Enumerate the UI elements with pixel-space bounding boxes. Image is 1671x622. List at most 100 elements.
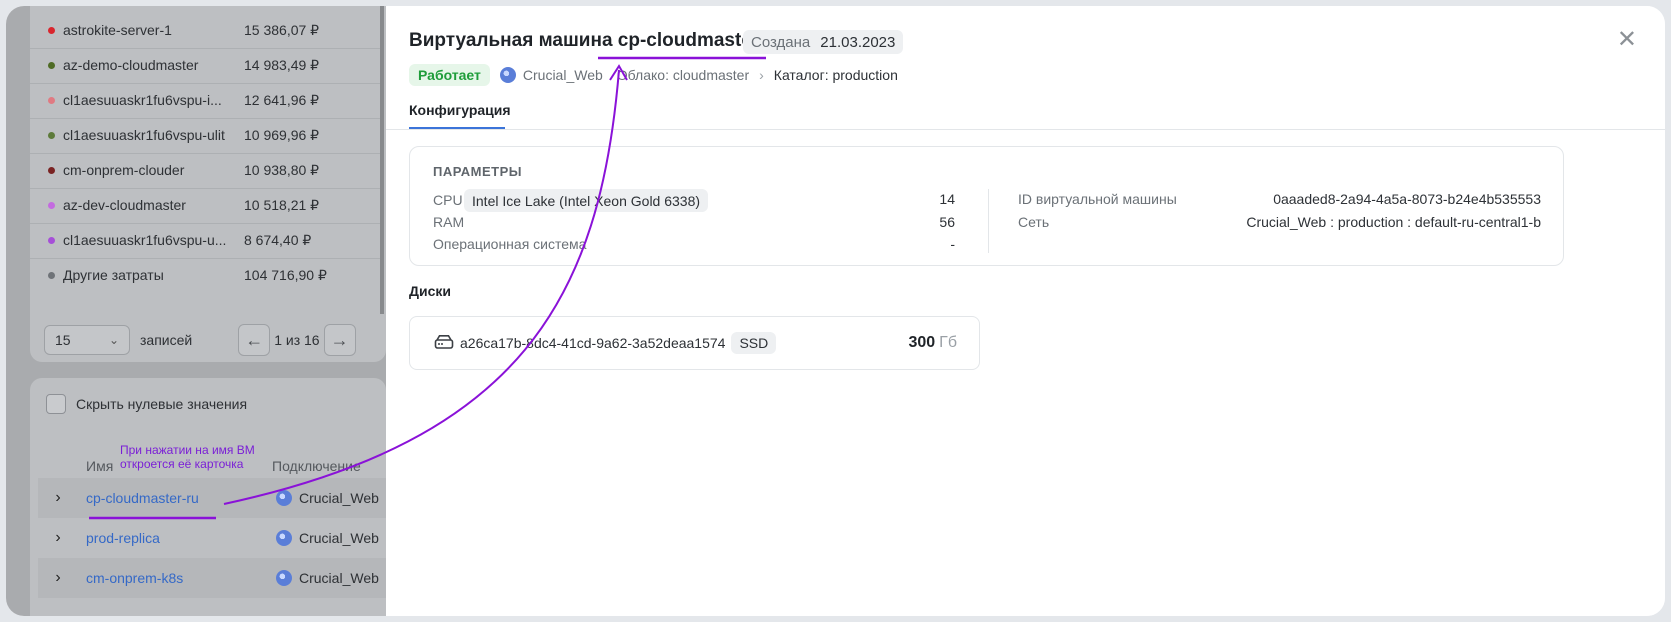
next-page-button[interactable]: → — [323, 324, 356, 356]
page-title: Виртуальная машина cp-cloudmaster-ru — [409, 30, 785, 52]
hide-zero-label: Скрыть нулевые значения — [76, 396, 248, 412]
cost-value: 104 716,90 ₽ — [244, 266, 327, 283]
ram-label: RAM — [433, 214, 465, 230]
series-dot — [48, 26, 55, 34]
vm-name-link[interactable]: cm-onprem-k8s — [86, 570, 276, 586]
vm-name-link[interactable]: cp-cloudmaster-ru — [86, 490, 276, 506]
cost-row[interactable]: cl1aesuuaskr1fu6vspu-u... 8 674,40 ₽ — [30, 222, 380, 259]
connection-name: Crucial_Web — [299, 490, 379, 506]
cost-name: Другие затраты — [63, 267, 164, 283]
status-badge: Работает — [409, 64, 490, 86]
cpu-label: CPU — [433, 192, 463, 208]
disk-type-badge: SSD — [731, 332, 777, 354]
vm-table-card: Скрыть нулевые значения Имя Подключение … — [30, 378, 386, 616]
breadcrumb-catalog[interactable]: Каталог: production — [774, 67, 898, 83]
prev-page-button[interactable]: ← — [238, 324, 271, 356]
background-report: astrokite-server-1 15 386,07 ₽ az-demo-cl… — [6, 6, 386, 616]
vm-id-value: 0aaaded8-2a94-4a5a-8073-b24e4b535553 — [1273, 191, 1541, 207]
table-row[interactable]: › cp-cloudmaster-ru Crucial_Web — [38, 478, 386, 518]
tabs-divider — [386, 129, 1665, 130]
cost-name: cl1aesuuaskr1fu6vspu-ulit — [63, 127, 225, 143]
vm-name-link[interactable]: prod-replica — [86, 530, 276, 546]
series-dot — [48, 236, 55, 244]
network-label: Сеть — [1018, 214, 1050, 230]
params-header: ПАРАМЕТРЫ — [433, 164, 522, 179]
cost-row[interactable]: az-dev-cloudmaster 10 518,21 ₽ — [30, 187, 380, 224]
disk-size: 300 Гб — [908, 334, 957, 352]
ram-value: 56 — [939, 214, 955, 230]
cloud-provider-icon — [276, 490, 292, 506]
disk-size-unit: Гб — [939, 334, 957, 351]
title-prefix: Виртуальная машина — [409, 30, 613, 51]
cost-row[interactable]: az-demo-cloudmaster 14 983,49 ₽ — [30, 47, 380, 84]
series-dot — [48, 96, 55, 104]
connection-name: Crucial_Web — [299, 570, 379, 586]
cost-name: cm-onprem-clouder — [63, 162, 185, 178]
annotation-line-1: При нажатии на имя ВМ — [120, 443, 255, 457]
cost-name: cl1aesuuaskr1fu6vspu-u... — [63, 232, 227, 248]
cost-value: 8 674,40 ₽ — [244, 231, 312, 248]
cost-value: 10 518,21 ₽ — [244, 196, 320, 213]
close-icon[interactable]: ✕ — [1617, 28, 1637, 52]
cost-name: az-dev-cloudmaster — [63, 197, 186, 213]
network-value: Crucial_Web : production : default-ru-ce… — [1246, 214, 1541, 230]
params-divider — [988, 189, 989, 253]
table-row[interactable]: › cm-onprem-k8s Crucial_Web — [38, 558, 386, 598]
cpu-model-chip: Intel Ice Lake (Intel Xeon Gold 6338) — [464, 189, 709, 212]
cpu-value: 14 — [939, 191, 955, 207]
cloud-provider-icon — [499, 67, 516, 83]
connection-name: Crucial_Web — [299, 530, 379, 546]
series-dot — [48, 166, 55, 174]
chevron-right-icon[interactable]: › — [38, 489, 78, 507]
arrow-right-icon: → — [330, 329, 349, 350]
hide-zero-checkbox[interactable] — [46, 394, 66, 414]
connection-cell: Crucial_Web — [276, 570, 379, 586]
app-frame: astrokite-server-1 15 386,07 ₽ az-demo-cl… — [6, 6, 1665, 616]
cost-row[interactable]: astrokite-server-1 15 386,07 ₽ — [30, 12, 380, 49]
table-row[interactable]: › prod-replica Crucial_Web — [38, 518, 386, 558]
breadcrumb-cloud[interactable]: Облако: cloudmaster — [617, 67, 749, 83]
created-date: 21.03.2023 — [820, 33, 896, 51]
chevron-right-icon[interactable]: › — [38, 569, 78, 587]
disk-size-value: 300 — [908, 334, 936, 351]
cost-row[interactable]: cl1aesuuaskr1fu6vspu-i... 12 641,96 ₽ — [30, 82, 380, 119]
series-dot — [48, 131, 55, 139]
os-label: Операционная система — [433, 236, 587, 252]
arrow-left-icon: ← — [245, 329, 264, 350]
column-header-name[interactable]: Имя — [86, 458, 113, 474]
chevron-right-icon: › — [759, 67, 764, 83]
connection-name: Crucial_Web — [522, 67, 603, 83]
annotation-line-2: откроется её карточка — [120, 457, 244, 471]
cost-value: 14 983,49 ₽ — [244, 56, 320, 73]
tab-configuration[interactable]: Конфигурация — [409, 102, 511, 118]
created-label: Создана — [751, 33, 811, 51]
cost-row[interactable]: cl1aesuuaskr1fu6vspu-ulit 10 969,96 ₽ — [30, 117, 380, 154]
column-header-connection[interactable]: Подключение — [272, 458, 361, 474]
page-size-select[interactable]: 15 ⌄ — [44, 325, 130, 355]
vm-meta-row: Работает Crucial_Web Облако: cloudmaster… — [409, 64, 898, 86]
page-info: 1 из 16 — [274, 332, 320, 348]
list-scrollbar[interactable] — [380, 6, 384, 314]
annotation-note: При нажатии на имя ВМ откроется её карто… — [120, 443, 280, 471]
chevron-down-icon: ⌄ — [108, 333, 119, 347]
cloud-provider-icon — [276, 530, 292, 546]
cost-row[interactable]: Другие затраты 104 716,90 ₽ — [30, 257, 380, 293]
created-badge: Создана 21.03.2023 — [743, 30, 904, 54]
vm-id-label: ID виртуальной машины — [1018, 191, 1177, 207]
hide-zero-toggle[interactable]: Скрыть нулевые значения — [46, 394, 247, 414]
cost-row[interactable]: cm-onprem-clouder 10 938,80 ₽ — [30, 152, 380, 189]
disks-header: Диски — [409, 283, 451, 299]
chevron-right-icon[interactable]: › — [38, 529, 78, 547]
series-dot — [48, 201, 55, 209]
cost-name: cl1aesuuaskr1fu6vspu-i... — [63, 92, 222, 108]
cloud-provider-icon — [276, 570, 292, 586]
disk-id: a26ca17b-8dc4-41cd-9a62-3a52deaa1574 — [460, 335, 726, 351]
series-dot — [48, 271, 55, 279]
records-label: записей — [140, 332, 193, 348]
cost-value: 10 969,96 ₽ — [244, 126, 320, 143]
cost-value: 15 386,07 ₽ — [244, 21, 320, 38]
connection-cell: Crucial_Web — [276, 490, 379, 506]
page-size-value: 15 — [55, 332, 71, 348]
hard-drive-icon — [434, 334, 454, 353]
params-card: ПАРАМЕТРЫ CPU Intel Ice Lake (Intel Xeon… — [409, 146, 1564, 266]
